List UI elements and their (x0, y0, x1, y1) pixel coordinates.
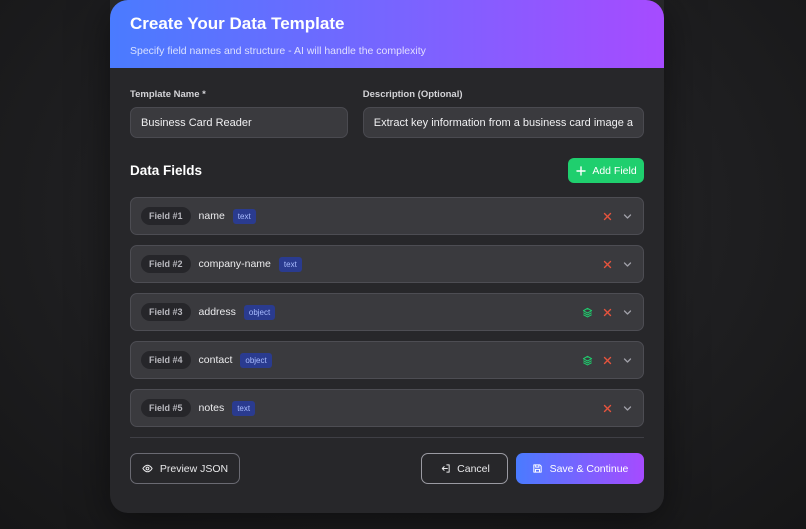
field-row[interactable]: Field #1 name text (130, 197, 644, 235)
template-name-group: Template Name * Business Card Reader (130, 89, 348, 138)
description-group: Description (Optional) Extract key infor… (362, 89, 644, 138)
footer-divider (130, 437, 644, 438)
field-type-badge: object (243, 304, 276, 320)
field-row[interactable]: Field #5 notes text (130, 389, 644, 427)
template-name-input[interactable]: Business Card Reader (130, 107, 348, 138)
eye-icon (142, 463, 154, 475)
description-label: Description (Optional) (362, 89, 463, 100)
close-icon[interactable] (601, 402, 613, 414)
data-fields-header: Data Fields Add Field (130, 158, 644, 183)
field-list: Field #1 name text Field #2 company-name… (130, 197, 644, 427)
field-row[interactable]: Field #2 company-name text (130, 245, 644, 283)
plus-icon (575, 165, 587, 177)
field-number-badge: Field #5 (141, 399, 191, 417)
field-row[interactable]: Field #3 address object (130, 293, 644, 331)
add-field-label: Add Field (592, 164, 637, 177)
field-number-badge: Field #2 (141, 255, 191, 273)
field-row[interactable]: Field #4 contact object (130, 341, 644, 379)
preview-json-label: Preview JSON (159, 462, 229, 475)
create-template-modal: Create Your Data Template Specify field … (110, 0, 664, 513)
modal-footer: Preview JSON Cancel Save & Continue (130, 453, 644, 484)
modal-header: Create Your Data Template Specify field … (110, 0, 664, 68)
field-name: notes (198, 402, 225, 414)
field-number-badge: Field #1 (141, 207, 191, 225)
data-fields-title: Data Fields (130, 163, 203, 178)
chevron-down-icon[interactable] (621, 354, 633, 366)
layers-icon[interactable] (581, 354, 593, 366)
description-input[interactable]: Extract key information from a business … (362, 107, 644, 138)
close-icon[interactable] (601, 354, 613, 366)
field-number-badge: Field #3 (141, 303, 191, 321)
field-name: company-name (198, 258, 271, 270)
chevron-down-icon[interactable] (621, 402, 633, 414)
field-name: address (198, 306, 236, 318)
field-name: contact (198, 354, 233, 366)
close-icon[interactable] (601, 210, 613, 222)
cancel-label: Cancel (457, 462, 490, 475)
field-type-badge: text (278, 256, 302, 272)
modal-subtitle: Specify field names and structure - AI w… (130, 45, 426, 57)
field-type-badge: text (232, 208, 256, 224)
add-field-button[interactable]: Add Field (568, 158, 644, 183)
template-info-row: Template Name * Business Card Reader Des… (130, 89, 644, 138)
chevron-down-icon[interactable] (621, 210, 633, 222)
preview-json-button[interactable]: Preview JSON (130, 453, 240, 484)
close-icon[interactable] (601, 258, 613, 270)
field-name: name (198, 210, 225, 222)
layers-icon[interactable] (581, 306, 593, 318)
save-continue-label: Save & Continue (549, 462, 629, 475)
exit-icon (439, 463, 451, 475)
chevron-down-icon[interactable] (621, 306, 633, 318)
close-icon[interactable] (601, 306, 613, 318)
modal-body: Template Name * Business Card Reader Des… (110, 89, 664, 484)
field-number-badge: Field #4 (141, 351, 191, 369)
floppy-disk-icon (532, 463, 544, 475)
save-continue-button[interactable]: Save & Continue (516, 453, 644, 484)
template-name-label: Template Name * (130, 89, 206, 100)
field-type-badge: text (232, 400, 256, 416)
field-type-badge: object (240, 352, 272, 368)
cancel-button[interactable]: Cancel (421, 453, 508, 484)
modal-title: Create Your Data Template (130, 14, 345, 33)
chevron-down-icon[interactable] (621, 258, 633, 270)
